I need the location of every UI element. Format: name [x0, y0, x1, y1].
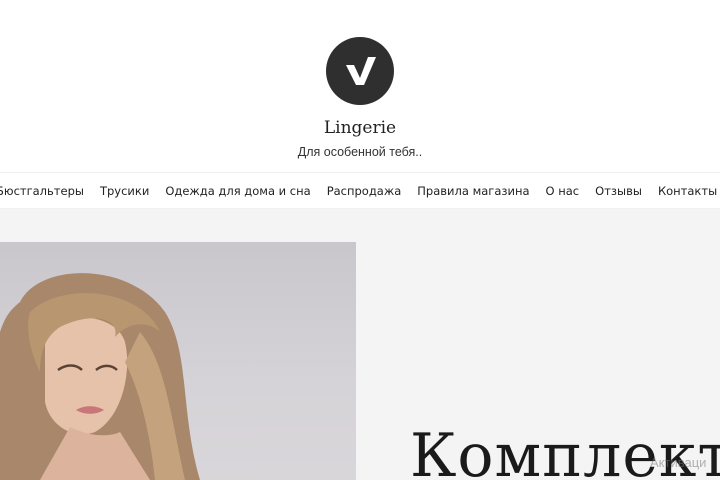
activation-watermark: Активаци — [650, 455, 707, 470]
nav-item-panties[interactable]: Трусики — [92, 184, 157, 198]
woman-portrait-photo — [0, 273, 200, 480]
site-tagline: Для особенной тебя.. — [297, 145, 423, 159]
nav-item-bras[interactable]: Бюстгальтеры — [0, 184, 92, 198]
nav-item-store-rules[interactable]: Правила магазина — [409, 184, 537, 198]
site-header: Lingerie Для особенной тебя.. — [0, 0, 720, 172]
checkmark-v-icon — [346, 57, 376, 85]
hero-title: Комплект — [410, 421, 720, 480]
main-navigation: Бюстгальтеры Трусики Одежда для дома и с… — [0, 172, 720, 209]
hero-image[interactable] — [0, 242, 356, 480]
nav-item-sale[interactable]: Распродажа — [319, 184, 410, 198]
hero-section: Комплект Активаци — [0, 209, 720, 480]
site-logo[interactable] — [326, 37, 394, 105]
nav-item-about[interactable]: О нас — [538, 184, 588, 198]
nav-item-contacts[interactable]: Контакты — [650, 184, 720, 198]
nav-item-homewear[interactable]: Одежда для дома и сна — [157, 184, 318, 198]
site-title[interactable]: Lingerie — [0, 118, 720, 138]
nav-item-reviews[interactable]: Отзывы — [587, 184, 650, 198]
